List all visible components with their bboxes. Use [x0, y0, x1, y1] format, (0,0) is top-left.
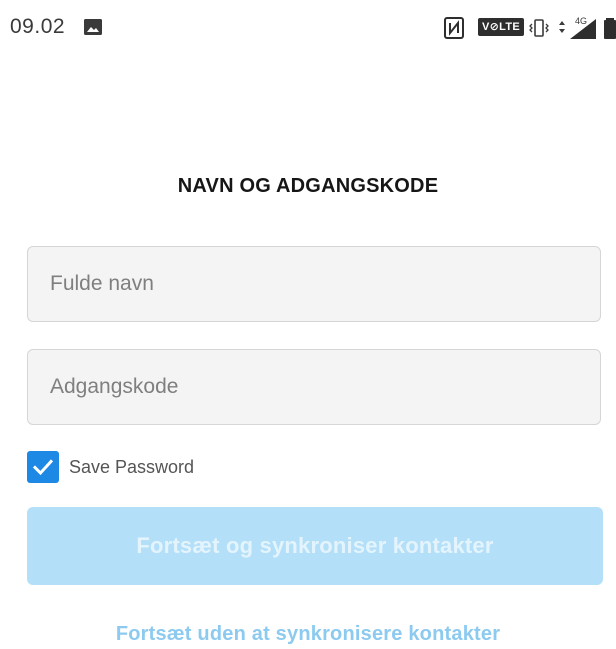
- save-password-row[interactable]: Save Password: [27, 450, 194, 484]
- status-time: 09.02: [10, 15, 66, 38]
- battery-icon: [604, 18, 616, 39]
- nfc-icon: [444, 17, 464, 39]
- save-password-label: Save Password: [69, 456, 195, 477]
- checkmark-icon: [32, 459, 54, 476]
- image-icon: [84, 19, 102, 35]
- save-password-checkbox[interactable]: [27, 451, 59, 483]
- screen: 09.02 V⊘LTE 4G NAVN OG ADGANGSKODE Fulde…: [0, 0, 616, 649]
- continue-and-sync-button[interactable]: Fortsæt og synkroniser kontakter: [27, 507, 603, 585]
- volte-badge: V⊘LTE: [478, 18, 525, 36]
- continue-without-sync-link[interactable]: Fortsæt uden at synkronisere kontakter: [0, 623, 616, 646]
- vibrate-icon: [529, 19, 549, 37]
- network-type-label: 4G: [575, 16, 588, 26]
- full-name-input[interactable]: [27, 246, 601, 322]
- page-title: NAVN OG ADGANGSKODE: [177, 175, 439, 197]
- password-input[interactable]: [27, 349, 601, 425]
- status-bar: 09.02 V⊘LTE 4G: [0, 0, 616, 50]
